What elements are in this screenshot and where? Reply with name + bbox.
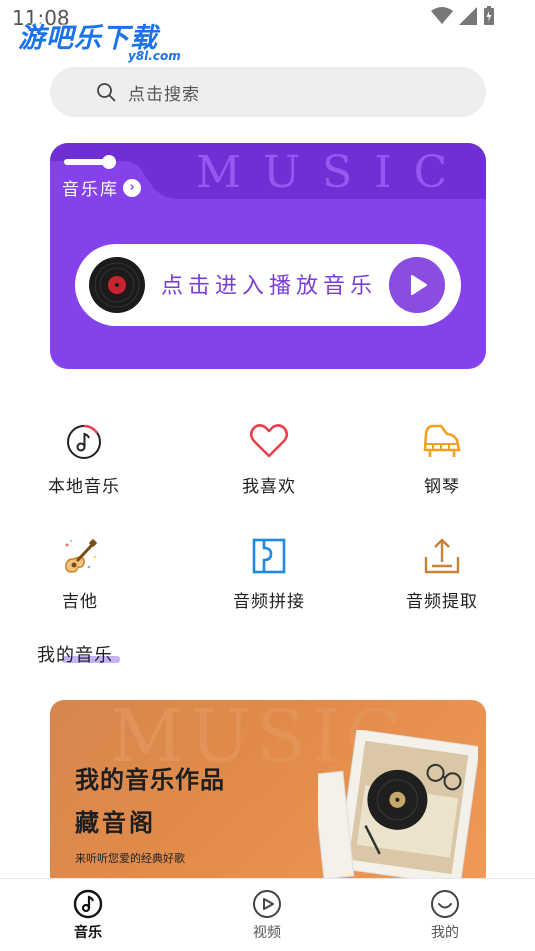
works-description: 来听听您爱的经典好歌	[75, 852, 185, 865]
nav-label: 视频	[253, 925, 281, 941]
feature-favorites[interactable]: 我喜欢	[209, 420, 329, 497]
feature-guitar[interactable]: 吉他	[20, 535, 140, 612]
heart-icon	[249, 424, 289, 458]
feature-audio-splice[interactable]: 音频拼接	[209, 535, 329, 612]
feature-audio-extract[interactable]: 音频提取	[382, 535, 502, 612]
music-library-card[interactable]: MUSIC 音乐库 › 点击进入播放音乐	[50, 143, 486, 369]
play-music-text: 点击进入播放音乐	[161, 274, 378, 299]
my-music-title: 我的音乐	[37, 645, 113, 666]
feature-label: 音频拼接	[233, 592, 305, 612]
music-watermark: MUSIC	[196, 147, 470, 198]
vinyl-photo-illustration	[318, 730, 478, 880]
play-icon[interactable]	[389, 257, 445, 313]
feature-label: 钢琴	[424, 477, 460, 497]
piano-icon	[423, 424, 461, 457]
feature-label: 吉他	[62, 592, 98, 612]
brand-watermark-domain: y8l.com	[128, 49, 181, 63]
smile-icon	[431, 890, 459, 918]
feature-label: 本地音乐	[48, 477, 120, 497]
music-library-link[interactable]: 音乐库 ›	[62, 175, 141, 200]
brand-watermark: 游吧乐下载 y8l.com	[18, 16, 181, 63]
vinyl-record-icon	[89, 257, 145, 313]
nav-item-video[interactable]: 视频	[227, 889, 307, 942]
feature-piano[interactable]: 钢琴	[382, 420, 502, 497]
nav-label: 我的	[431, 925, 459, 941]
slider-knob	[102, 155, 116, 169]
audio-splice-icon	[252, 538, 286, 574]
music-disc-icon	[73, 889, 103, 919]
bottom-nav: 音乐 视频 我的	[0, 878, 535, 951]
works-title: 我的音乐作品	[75, 766, 225, 794]
signal-icon	[459, 7, 477, 25]
works-subtitle: 藏音阁	[75, 809, 156, 837]
music-library-label: 音乐库	[62, 180, 119, 200]
status-icons	[431, 6, 495, 26]
my-works-card[interactable]: MUSIC 我的音乐作品 藏音阁 来听听您爱的经典好歌	[50, 700, 486, 890]
search-placeholder: 点击搜索	[128, 84, 200, 105]
search-icon	[97, 83, 116, 102]
play-music-button[interactable]: 点击进入播放音乐	[75, 244, 461, 326]
guitar-icon	[65, 539, 97, 573]
audio-extract-icon	[424, 538, 460, 574]
search-bar[interactable]: 点击搜索	[50, 67, 486, 117]
feature-label: 我喜欢	[242, 477, 296, 497]
play-circle-icon	[253, 890, 281, 918]
music-note-icon	[67, 424, 101, 459]
wifi-icon	[431, 7, 453, 24]
battery-icon	[484, 6, 494, 25]
feature-label: 音频提取	[406, 592, 478, 612]
chevron-right-icon: ›	[123, 178, 141, 197]
nav-item-mine[interactable]: 我的	[405, 889, 485, 942]
feature-local-music[interactable]: 本地音乐	[24, 420, 144, 497]
nav-item-music[interactable]: 音乐	[48, 889, 128, 942]
nav-label: 音乐	[74, 925, 102, 941]
